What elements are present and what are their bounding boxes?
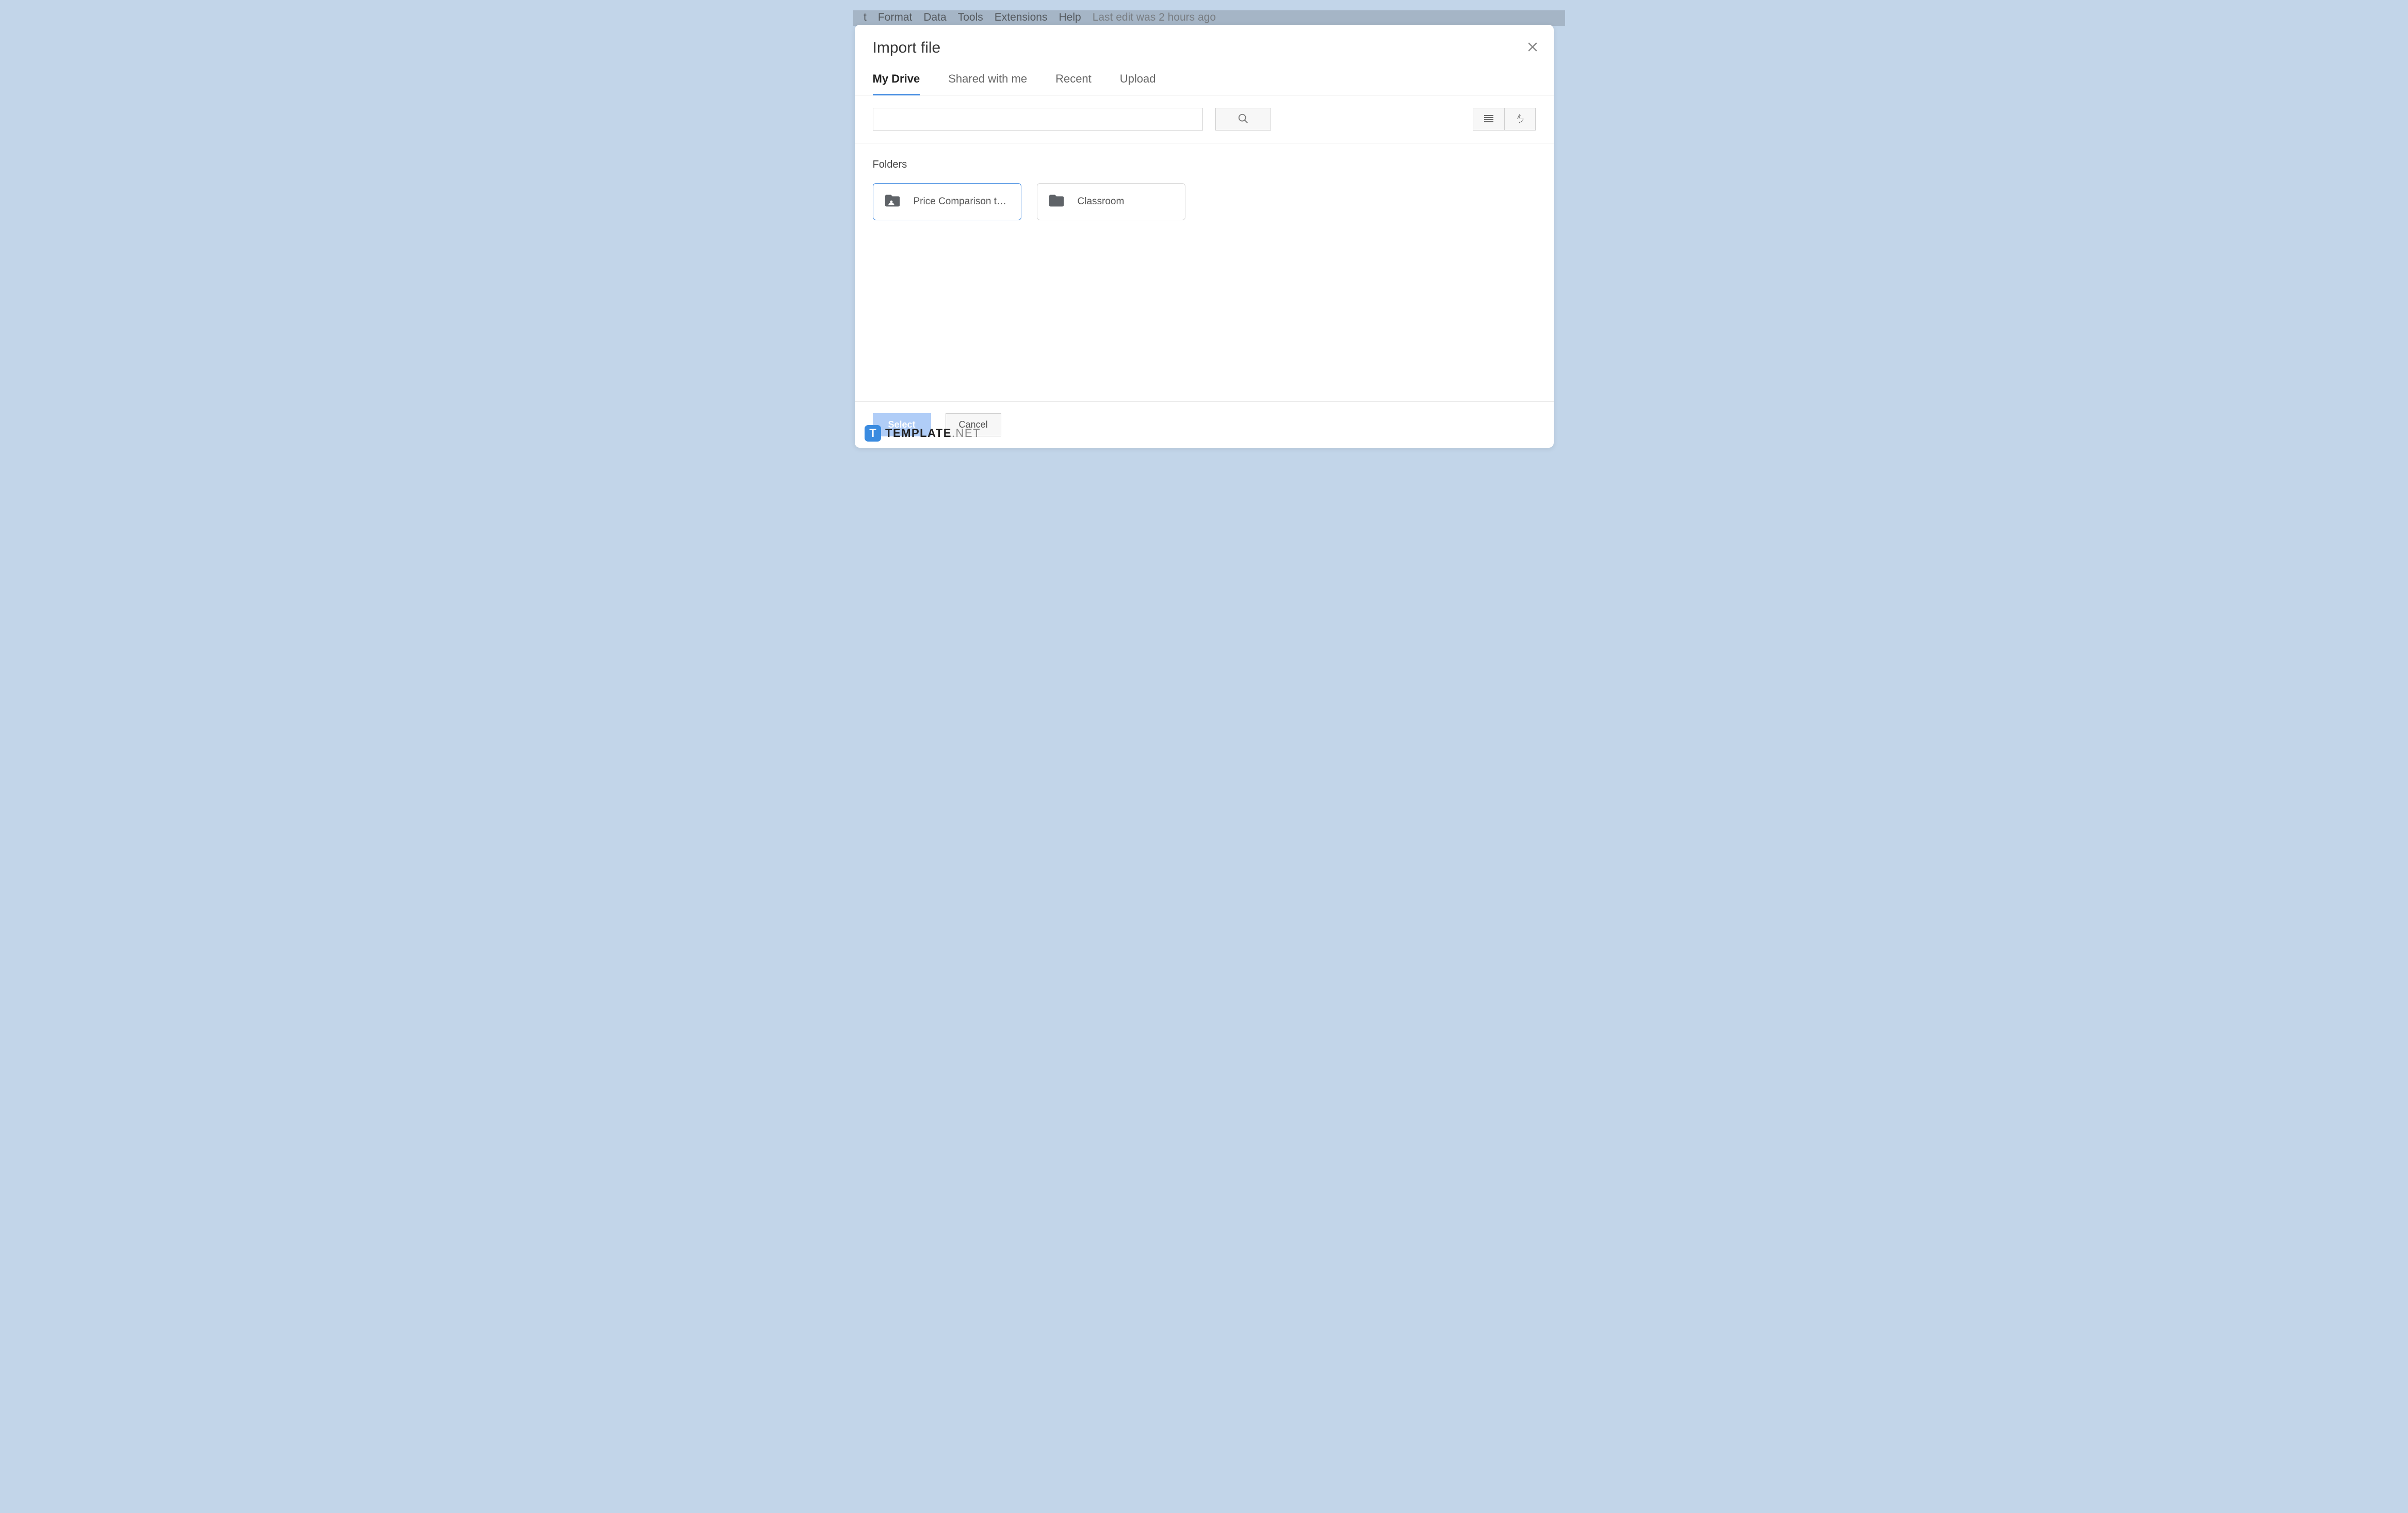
list-view-button[interactable] — [1473, 108, 1504, 130]
search-input[interactable] — [873, 108, 1203, 131]
svg-text:A: A — [1517, 115, 1521, 121]
folder-grid: Price Comparison t… Classroom — [873, 183, 1536, 220]
folder-card-classroom[interactable]: Classroom — [1037, 183, 1185, 220]
watermark: T TEMPLATE.NET — [865, 425, 981, 442]
background-menubar: t Format Data Tools Extensions Help Last… — [853, 10, 1565, 26]
tabs-row: My Drive Shared with me Recent Upload — [855, 57, 1554, 95]
menu-fragment: t — [864, 11, 867, 24]
sort-button[interactable]: AZ — [1504, 108, 1535, 130]
search-row: AZ — [855, 95, 1554, 143]
tab-shared-with-me[interactable]: Shared with me — [948, 72, 1027, 95]
shared-folder-icon — [884, 192, 901, 212]
import-file-dialog: Import file My Drive Shared with me Rece… — [855, 25, 1554, 448]
search-button[interactable] — [1215, 108, 1271, 131]
watermark-text: TEMPLATE.NET — [885, 427, 981, 440]
watermark-badge: T — [865, 425, 881, 442]
sort-az-icon: AZ — [1514, 113, 1525, 126]
folder-name: Classroom — [1078, 196, 1125, 207]
menu-tools: Tools — [958, 11, 983, 24]
close-icon — [1528, 39, 1537, 55]
folders-section-label: Folders — [873, 159, 1536, 171]
menu-data: Data — [923, 11, 946, 24]
svg-text:Z: Z — [1521, 118, 1524, 124]
search-icon — [1238, 113, 1249, 126]
last-edit-status: Last edit was 2 hours ago — [1093, 11, 1216, 24]
dialog-title: Import file — [873, 39, 1536, 57]
folder-name: Price Comparison t… — [914, 196, 1007, 207]
tab-my-drive[interactable]: My Drive — [873, 72, 920, 95]
menu-extensions: Extensions — [995, 11, 1048, 24]
folder-icon — [1048, 192, 1065, 212]
list-view-icon — [1483, 114, 1494, 125]
tab-recent[interactable]: Recent — [1055, 72, 1092, 95]
content-area: Folders Price Comparison t… Classroom — [855, 143, 1554, 401]
tab-upload[interactable]: Upload — [1120, 72, 1156, 95]
close-button[interactable] — [1528, 40, 1537, 54]
menu-help: Help — [1059, 11, 1081, 24]
folder-card-price-comparison[interactable]: Price Comparison t… — [873, 183, 1021, 220]
menu-format: Format — [878, 11, 913, 24]
